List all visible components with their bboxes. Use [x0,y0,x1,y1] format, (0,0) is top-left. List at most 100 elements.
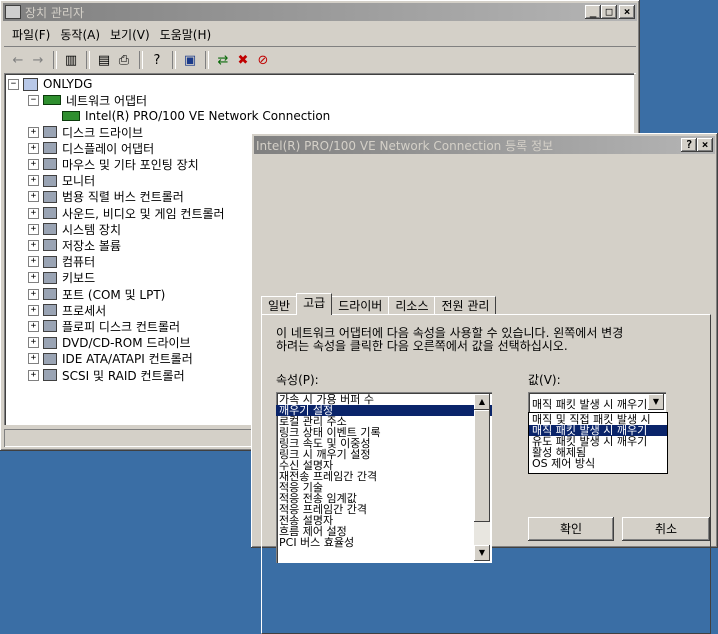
toolbar-separator [53,51,57,69]
expand-icon[interactable]: + [28,320,39,332]
description-line-2: 하려는 속성을 클릭한 다음 오른쪽에서 값을 선택하십시오. [276,339,568,353]
property-label: 속성(P): [276,373,319,387]
maximize-button[interactable]: □ [601,5,617,19]
tree-item-category[interactable]: + 모니터 [28,173,95,189]
property-list-item[interactable]: PCI 버스 효율성 [276,537,492,548]
tree-item-label: 플로피 디스크 컨트롤러 [62,319,181,334]
uninstall-icon[interactable]: ⊘ [253,51,273,69]
menu-file[interactable]: 파일(F) [12,26,50,43]
value-dropdown[interactable]: 매직 패킷 발생 시 깨우기 ▼ [528,392,666,412]
scroll-down-icon[interactable]: ▼ [474,545,490,561]
tree-item-nic[interactable]: Intel(R) PRO/100 VE Network Connection [62,108,330,124]
display-adapter-icon [43,142,57,155]
tree-item-category[interactable]: + 시스템 장치 [28,221,121,237]
forward-icon[interactable]: → [28,51,48,69]
tree-item-category[interactable]: + 포트 (COM 및 LPT) [28,286,165,302]
scroll-thumb[interactable] [474,410,490,522]
ok-button[interactable]: 확인 [528,517,614,541]
mouse-icon [43,158,57,171]
minimize-button[interactable]: _ [585,5,601,19]
tab-advanced[interactable]: 고급 [296,293,333,315]
scan-hardware-icon[interactable]: ▣ [180,51,200,69]
scroll-up-icon[interactable]: ▲ [474,394,490,410]
help-icon[interactable]: ? [147,51,167,69]
expand-icon[interactable]: + [28,175,39,187]
expand-icon[interactable]: + [28,142,39,154]
tree-item-category[interactable]: + 범용 직렬 버스 컨트롤러 [28,189,184,205]
value-dropdown-list[interactable]: 매직 및 직접 패킷 발생 시 매직 패킷 발생 시 깨우기 유도 패킷 발생 시 … [528,412,668,474]
expand-icon[interactable]: + [28,304,39,316]
collapse-icon[interactable]: − [28,94,39,106]
help-button[interactable]: ? [681,138,697,152]
expand-icon[interactable]: + [28,158,39,170]
tree-item-category[interactable]: + 플로피 디스크 컨트롤러 [28,318,180,334]
menu-action[interactable]: 동작(A) [60,26,100,43]
expand-icon[interactable]: + [28,126,39,138]
value-option[interactable]: OS 제어 방식 [529,458,667,469]
tree-item-category[interactable]: + 디스플레이 어댑터 [28,140,154,156]
expand-icon[interactable]: + [28,256,39,268]
back-icon[interactable]: ← [8,51,28,69]
tree-item-category[interactable]: + 저장소 볼륨 [28,237,121,253]
tree-item-label: 디스플레이 어댑터 [62,141,155,156]
close-button[interactable]: × [619,5,635,19]
tree-item-network[interactable]: − 네트워크 어댑터 [28,92,147,108]
tree-item-category[interactable]: + 프로세서 [28,302,106,318]
tree-item-category[interactable]: + 마우스 및 기타 포인팅 장치 [28,156,199,172]
menu-help[interactable]: 도움말(H) [160,26,212,43]
port-icon [43,288,57,300]
expand-icon[interactable]: + [28,223,39,235]
tree-item-label: 키보드 [62,271,96,286]
update-driver-icon[interactable]: ⇄ [213,51,233,69]
toolbar-separator [86,51,90,69]
tab-power-management[interactable]: 전원 관리 [434,296,497,315]
toolbar-separator [172,51,176,69]
tree-item-category[interactable]: + 사운드, 비디오 및 게임 컨트롤러 [28,205,225,221]
tree-item-category[interactable]: + DVD/CD-ROM 드라이브 [28,335,191,351]
tab-general[interactable]: 일반 [261,296,298,315]
tree-item-category[interactable]: + IDE ATA/ATAPI 컨트롤러 [28,351,193,367]
tab-resources[interactable]: 리소스 [388,296,436,315]
expand-icon[interactable]: + [28,239,39,251]
tree-item-category[interactable]: + 키보드 [28,270,95,286]
tree-item-label: 포트 (COM 및 LPT) [62,287,166,302]
tree-item-category[interactable]: + SCSI 및 RAID 컨트롤러 [28,367,185,383]
menu-view[interactable]: 보기(V) [110,26,150,43]
device-manager-titlebar[interactable]: 장치 관리자 _ □ × [3,3,637,21]
ok-button-label: 확인 [559,522,583,536]
tree-item-category[interactable]: + 디스크 드라이브 [28,124,143,140]
dvd-drive-icon [43,336,57,349]
tree-item-label: 모니터 [62,174,96,189]
computer-icon [23,77,38,91]
keyboard-icon [43,271,57,284]
expand-icon[interactable]: + [28,353,39,365]
properties-titlebar[interactable]: Intel(R) PRO/100 VE Network Connection 등… [254,136,715,154]
cancel-button[interactable]: 취소 [622,517,710,541]
tree-item-category[interactable]: + 컴퓨터 [28,254,95,270]
dialog-close-button[interactable]: × [697,138,713,152]
expand-icon[interactable]: + [28,207,39,219]
tree-item-label: 컴퓨터 [62,255,96,270]
property-list-scrollbar[interactable]: ▲ ▼ [474,394,490,561]
print-icon[interactable]: ⎙ [114,51,134,69]
tree-item-label: 네트워크 어댑터 [66,93,148,108]
expand-icon[interactable]: + [28,369,39,381]
cancel-button-label: 취소 [654,522,678,536]
tab-driver[interactable]: 드라이버 [331,296,390,315]
expand-icon[interactable]: + [28,191,39,203]
expand-icon[interactable]: + [28,337,39,349]
tree-item-label: 마우스 및 기타 포인팅 장치 [62,157,199,172]
properties-icon[interactable]: ▤ [94,51,114,69]
monitor-icon [43,174,57,187]
disable-icon[interactable]: ✖ [233,51,253,69]
show-hide-tree-icon[interactable]: ▥ [61,51,81,69]
menu-bar: 파일(F) 동작(A) 보기(V) 도움말(H) [4,23,636,45]
expand-icon[interactable]: + [28,288,39,300]
ide-controller-icon [43,352,57,365]
value-dropdown-selected: 매직 패킷 발생 시 깨우기 [532,398,646,411]
tree-root[interactable]: − ONLYDG [8,76,92,92]
dropdown-arrow-icon[interactable]: ▼ [648,394,664,410]
expand-icon[interactable]: + [28,272,39,284]
collapse-icon[interactable]: − [8,78,19,90]
property-list[interactable]: 가속 시 가용 버퍼 수 깨우기 설정 로컬 관리 주소 링크 상태 이벤트 기록 링크… [276,392,492,563]
